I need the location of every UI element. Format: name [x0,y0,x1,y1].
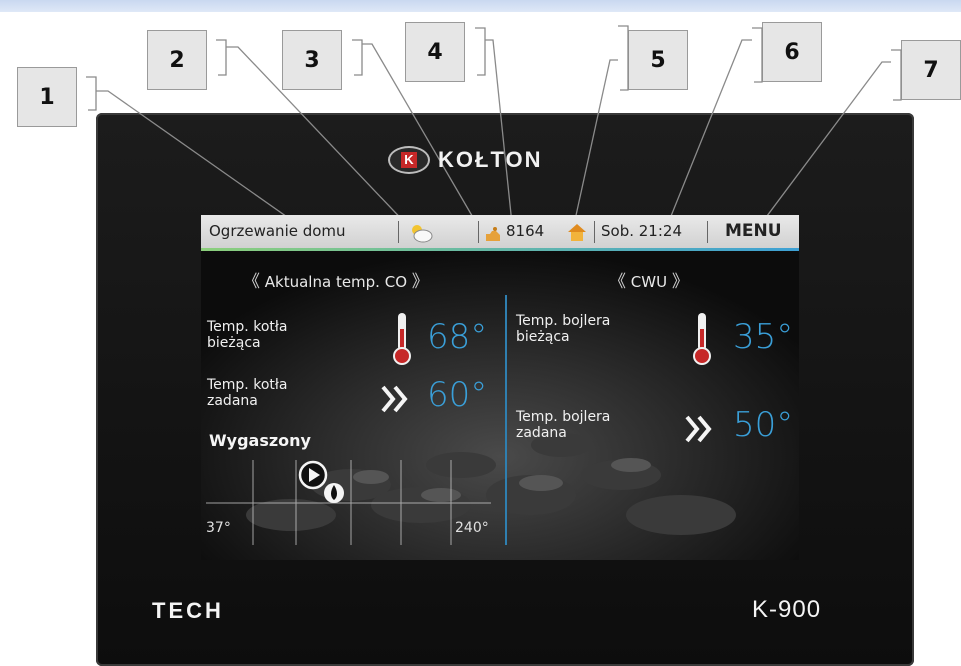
status-separator [478,221,479,243]
model-name: K-900 [752,596,822,623]
status-bar: Ogrzewanie domu 8164 Sob. 21:24 MENU [201,215,799,251]
chevron-left-icon[interactable]: 《 [609,272,626,292]
cloudy-sun-icon[interactable] [408,222,434,244]
chevron-right-icon[interactable]: 》 [672,272,689,292]
tech-logo: TECH [152,598,224,623]
boiler-set-label: Temp. kotła zadana [207,377,288,409]
status-separator [594,221,595,243]
scale-min: 37° [206,520,231,536]
dhw-set-temp[interactable]: 50° [733,405,793,445]
double-chevron-icon[interactable] [685,415,717,443]
chevron-left-icon[interactable]: 《 [243,272,260,292]
fuel-level: 8164 [506,222,545,240]
menu-button[interactable]: MENU [725,221,782,241]
fuel-hand-icon [486,227,500,241]
boiler-current-label: Temp. kotła bieżąca [207,319,288,351]
brand-logo: K KOŁTON [388,146,542,174]
boiler-set-temp[interactable]: 60° [427,375,487,415]
display-screen: Ogrzewanie domu 8164 Sob. 21:24 MENU 《 A… [201,215,799,560]
date-time: Sob. 21:24 [601,222,682,240]
dhw-current-temp: 35° [733,317,794,357]
thermometer-icon [393,313,411,365]
co-selector[interactable]: 《 Aktualna temp. CO 》 [243,267,429,292]
kolton-logo-icon: K [388,146,430,174]
status-separator [707,221,708,243]
co-selector-label: Aktualna temp. CO [264,273,408,291]
cwu-selector[interactable]: 《 CWU 》 [609,267,689,292]
operating-mode[interactable]: Ogrzewanie domu [209,222,346,240]
chevron-right-icon[interactable]: 》 [412,272,429,292]
status-underline [201,248,799,251]
boiler-current-temp: 68° [427,317,488,357]
cwu-selector-label: CWU [630,273,668,291]
pump-flame-icon [298,460,344,503]
thermometer-icon [693,313,711,365]
dhw-set-label: Temp. bojlera zadana [516,409,611,441]
panel-divider [505,295,507,545]
dhw-current-label: Temp. bojlera bieżąca [516,313,611,345]
brand-name: KOŁTON [438,147,543,172]
double-chevron-icon[interactable] [381,385,413,413]
scale-max: 240° [455,520,489,536]
house-icon[interactable] [566,221,588,243]
status-separator [398,221,399,243]
boiler-state: Wygaszony [209,431,311,450]
